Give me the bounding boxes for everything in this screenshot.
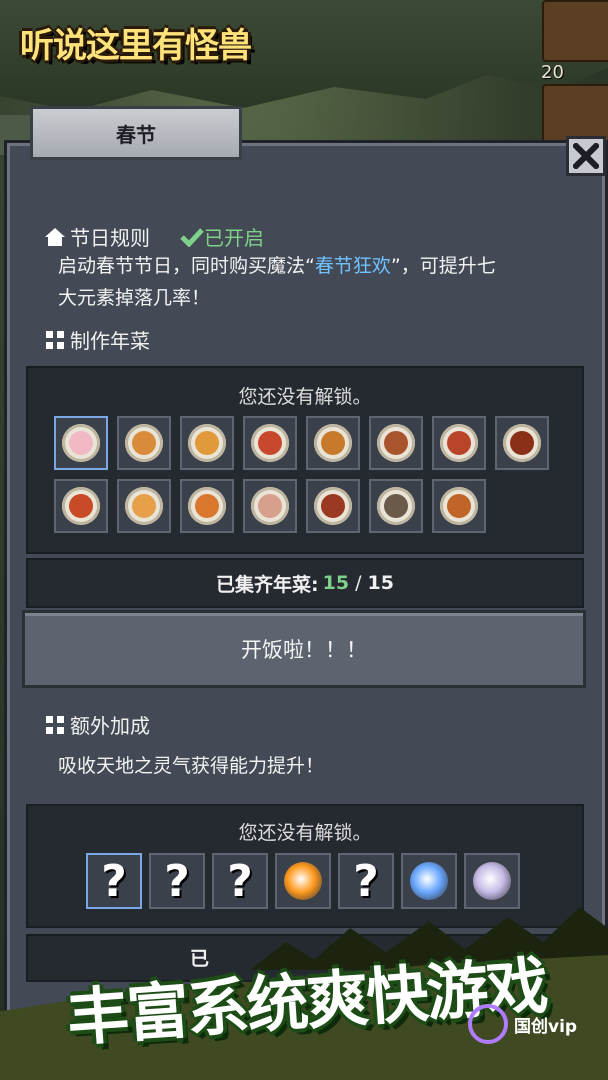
collected-count: 15 (322, 572, 350, 594)
extra-bonus-title: 额外加成 (70, 714, 150, 738)
dish-food-icon (132, 494, 156, 518)
water-orb-icon (410, 862, 448, 900)
bonus-slot-unknown[interactable]: ? (149, 853, 205, 909)
extra-bonus-header: 额外加成 (44, 710, 150, 739)
dishes-locked-text: 您还没有解锁。 (238, 386, 372, 408)
dish-food-icon (69, 431, 93, 455)
dish-food-icon (258, 431, 282, 455)
dish-food-icon (258, 494, 282, 518)
checkmark-icon (180, 227, 204, 247)
dish-food-icon (132, 431, 156, 455)
dish-slot[interactable] (54, 416, 108, 470)
dish-food-icon (384, 431, 408, 455)
collected-label: 已集齐年菜: (216, 573, 319, 596)
status-text: 已开启 (204, 226, 264, 250)
dish-slot[interactable] (243, 416, 297, 470)
new-year-dishes-title: 制作年菜 (70, 329, 150, 353)
dish-food-icon (69, 494, 93, 518)
festival-rules-header: 节日规则 已开启 (44, 222, 264, 251)
festival-rules-title: 节日规则 (70, 226, 150, 250)
bonus-locked-text: 您还没有解锁。 (238, 822, 372, 844)
dish-slot[interactable] (117, 479, 171, 533)
dish-slot[interactable] (180, 416, 234, 470)
dish-slot[interactable] (306, 479, 360, 533)
question-mark-icon: ? (353, 855, 379, 907)
desc-text: ”，可提升七 (390, 255, 496, 277)
dish-slot[interactable] (180, 479, 234, 533)
extra-bonus-description: 吸收天地之灵气获得能力提升！ (58, 755, 325, 777)
bonus-slot-fire-orb[interactable] (275, 853, 331, 909)
dish-slot[interactable] (369, 416, 423, 470)
dish-food-icon (447, 431, 471, 455)
potion-resource-slot[interactable] (542, 0, 608, 62)
dish-food-icon (321, 494, 345, 518)
dish-slot[interactable] (243, 479, 297, 533)
desc-text: 大元素掉落几率！ (58, 287, 211, 309)
bonus-slot-unknown[interactable]: ? (338, 853, 394, 909)
dish-food-icon (384, 494, 408, 518)
dish-slot[interactable] (306, 416, 360, 470)
tab-spring-festival[interactable]: 春节 (30, 106, 242, 160)
festival-rules-description: 启动春节节日，同时购买魔法“春节狂欢”，可提升七 大元素掉落几率！ (58, 250, 578, 314)
tab-label: 春节 (116, 122, 156, 147)
bonus-slot-water-orb[interactable] (401, 853, 457, 909)
resource-count: 20 (541, 62, 564, 83)
dish-slot[interactable] (117, 416, 171, 470)
game-logo: 听说这里有怪兽 (20, 26, 252, 66)
feast-button[interactable]: 开饭啦！！！ (22, 610, 586, 688)
dish-food-icon (321, 431, 345, 455)
home-icon (45, 227, 65, 246)
magic-link-spring-carnival[interactable]: 春节狂欢 (315, 255, 391, 277)
dish-food-icon (195, 431, 219, 455)
dish-slot[interactable] (495, 416, 549, 470)
watermark-logo-icon (468, 1004, 508, 1044)
dish-food-icon (510, 431, 534, 455)
dish-slot[interactable] (369, 479, 423, 533)
watermark: 国创vip (468, 1004, 577, 1044)
dish-slot[interactable] (432, 416, 486, 470)
question-mark-icon: ? (227, 855, 253, 907)
desc-text: 启动春节节日，同时购买魔法“ (58, 255, 315, 277)
bonus-slot-unknown[interactable]: ? (212, 853, 268, 909)
dish-food-icon (195, 494, 219, 518)
fire-orb-icon (284, 862, 322, 900)
dish-food-icon (447, 494, 471, 518)
question-mark-icon: ? (101, 855, 127, 907)
collected-dishes-bar: 已集齐年菜: 15 / 15 (26, 558, 584, 608)
feast-button-label: 开饭啦！！！ (241, 638, 367, 662)
dish-slot[interactable] (54, 479, 108, 533)
collected-total: 15 (367, 572, 394, 594)
close-button[interactable] (566, 136, 606, 176)
watermark-text: 国创vip (514, 1016, 578, 1037)
grid-icon (46, 715, 64, 734)
rules-status: 已开启 (180, 222, 264, 251)
grid-icon (46, 330, 64, 349)
bonus-slot-unknown[interactable]: ? (86, 853, 142, 909)
collected-separator: / (355, 572, 362, 594)
dish-slot[interactable] (432, 479, 486, 533)
close-icon (573, 143, 599, 169)
new-year-dishes-header: 制作年菜 (44, 325, 150, 354)
spirit-orb-icon (473, 862, 511, 900)
question-mark-icon: ? (164, 855, 190, 907)
bonus-slot-spirit-orb[interactable] (464, 853, 520, 909)
